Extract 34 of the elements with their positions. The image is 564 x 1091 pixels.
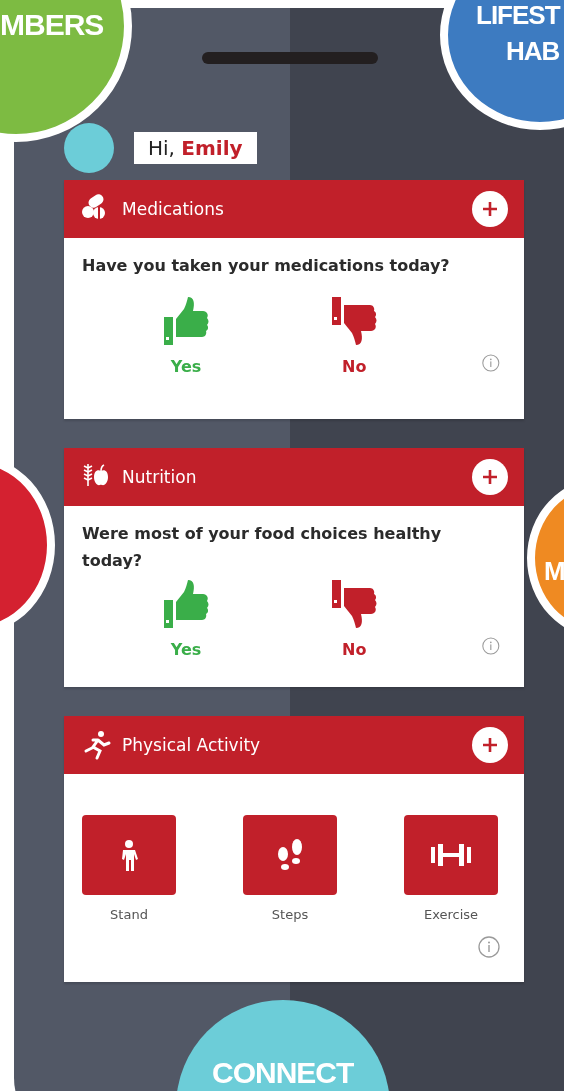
add-button[interactable] bbox=[472, 727, 508, 763]
card-title: Nutrition bbox=[122, 467, 198, 487]
info-icon[interactable] bbox=[482, 635, 500, 657]
badge-label: M bbox=[544, 558, 564, 584]
question-text: Were most of your food choices healthy today? bbox=[82, 523, 443, 572]
activity-label: Stand bbox=[110, 907, 148, 922]
footprints-icon bbox=[275, 838, 305, 872]
thumbs-up-icon bbox=[162, 297, 211, 347]
badge-label: LIFEST bbox=[476, 2, 560, 28]
plus-icon bbox=[482, 201, 498, 217]
badge-label: MBERS bbox=[0, 10, 104, 40]
activity-label: Steps bbox=[271, 907, 309, 922]
thumbs-down-icon bbox=[330, 297, 379, 347]
no-button[interactable]: No bbox=[314, 580, 395, 659]
question-text: Have you taken your medications today? bbox=[82, 255, 451, 277]
thumbs-up-icon bbox=[162, 580, 211, 630]
add-button[interactable] bbox=[472, 191, 508, 227]
thumbs-down-icon bbox=[330, 580, 379, 630]
plus-icon bbox=[482, 469, 498, 485]
badge-label: HAB bbox=[506, 38, 560, 64]
card-title: Physical Activity bbox=[122, 735, 262, 755]
plus-icon bbox=[482, 737, 498, 753]
info-icon[interactable] bbox=[478, 936, 500, 958]
activity-button[interactable]: Steps bbox=[237, 815, 343, 922]
no-button[interactable]: No bbox=[314, 297, 395, 376]
avatar bbox=[64, 123, 114, 173]
activity-button[interactable]: Exercise bbox=[398, 815, 504, 922]
activity-button[interactable]: Stand bbox=[76, 815, 182, 922]
card-title: Medications bbox=[122, 199, 225, 219]
add-button[interactable] bbox=[472, 459, 508, 495]
activity-label: Exercise bbox=[423, 907, 479, 922]
greeting-text: Hi, Emily bbox=[134, 132, 257, 164]
info-icon[interactable] bbox=[482, 352, 500, 374]
badge-label: CONNECT bbox=[212, 1058, 354, 1088]
